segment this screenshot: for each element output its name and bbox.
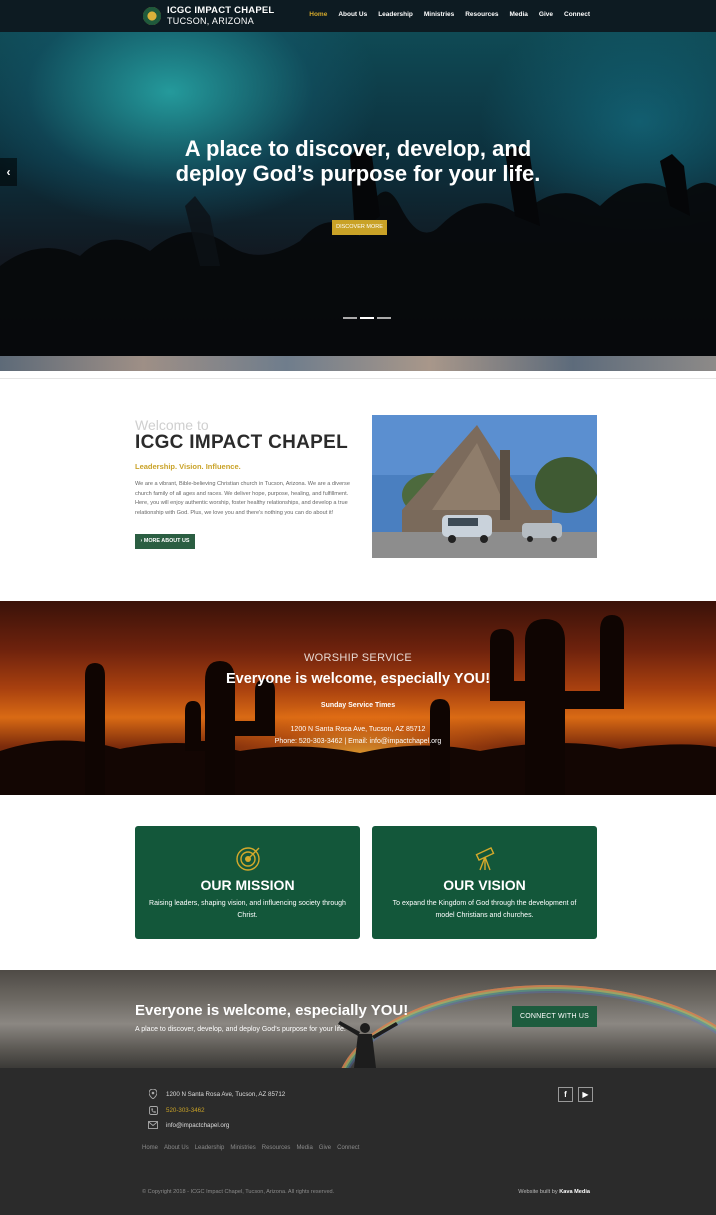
welcome-tagline: Leadership. Vision. Influence. <box>135 462 241 471</box>
built-by-prefix: Website built by <box>518 1189 558 1195</box>
nav-links: Home About Us Leadership Ministries Reso… <box>298 11 590 18</box>
facebook-icon[interactable]: f <box>558 1087 573 1102</box>
chevron-left-icon[interactable]: ‹ <box>0 158 17 186</box>
cactus-silhouettes <box>0 615 716 795</box>
cta-subtitle: A place to discover, develop, and deploy… <box>135 1026 346 1033</box>
footer-link-about-us[interactable]: About Us <box>164 1145 189 1151</box>
worship-address: 1200 N Santa Rosa Ave, Tucson, AZ 85712 <box>290 726 426 733</box>
brand-logo[interactable]: ICGC IMPACT CHAPEL TUCSON, ARIZONA <box>143 6 274 26</box>
church-photo <box>372 415 597 558</box>
mission-title: OUR MISSION <box>200 877 295 893</box>
more-about-us-label: MORE ABOUT US <box>143 538 190 544</box>
church-emblem-icon <box>143 6 161 25</box>
worship-label: WORSHIP SERVICE <box>303 652 412 664</box>
vision-title: OUR VISION <box>443 877 526 893</box>
nav-about-us[interactable]: About Us <box>338 11 367 18</box>
map-pin-icon <box>147 1089 159 1099</box>
brand-subtitle: TUCSON, ARIZONA <box>167 15 255 26</box>
welcome-kicker: Welcome to <box>135 417 209 433</box>
built-by-link[interactable]: Kava Media <box>559 1189 590 1195</box>
nav-ministries[interactable]: Ministries <box>424 11 454 18</box>
nav-give[interactable]: Give <box>539 11 553 18</box>
envelope-icon <box>147 1120 159 1130</box>
footer-link-connect[interactable]: Connect <box>337 1145 359 1151</box>
slide-dot-active[interactable] <box>360 317 374 319</box>
footer-phone-link[interactable]: 520-303-3462 <box>166 1107 205 1114</box>
footer-email-link[interactable]: info@impactchapel.org <box>166 1122 229 1129</box>
footer <box>0 1068 716 1215</box>
footer-link-resources[interactable]: Resources <box>262 1145 291 1151</box>
slider-dots <box>343 317 391 319</box>
brand-title: ICGC IMPACT CHAPEL <box>167 5 275 16</box>
divider <box>0 378 716 379</box>
chevron-right-icon: › <box>140 538 143 544</box>
nav-leadership[interactable]: Leadership <box>378 11 413 18</box>
mission-text: Raising leaders, shaping vision, and inf… <box>149 900 346 919</box>
mission-card: OUR MISSION Raising leaders, shaping vis… <box>135 826 360 939</box>
footer-link-media[interactable]: Media <box>296 1145 312 1151</box>
worship-banner <box>0 601 716 795</box>
image-strip <box>0 356 716 371</box>
cta-title: Everyone is welcome, especially YOU! <box>135 1002 409 1019</box>
slide-dot[interactable] <box>343 317 357 319</box>
cta-banner <box>0 970 716 1068</box>
footer-address-row: 1200 N Santa Rosa Ave, Tucson, AZ 85712 <box>147 1089 285 1099</box>
worship-title: Everyone is welcome, especially YOU! <box>225 671 491 687</box>
welcome-paragraph: We are a vibrant, Bible-believing Christ… <box>135 481 350 516</box>
nav-home[interactable]: Home <box>309 11 327 18</box>
footer-link-give[interactable]: Give <box>319 1145 331 1151</box>
copyright-text: © Copyright 2018 - ICGC Impact Chapel, T… <box>142 1189 335 1195</box>
telescope-icon <box>475 846 495 871</box>
footer-email-row: info@impactchapel.org <box>147 1120 229 1130</box>
footer-link-leadership[interactable]: Leadership <box>195 1145 225 1151</box>
built-by: Website built by Kava Media <box>518 1189 590 1195</box>
footer-link-home[interactable]: Home <box>142 1145 158 1151</box>
youtube-icon[interactable]: ▶ <box>578 1087 593 1102</box>
vision-text: To expand the Kingdom of God through the… <box>392 900 577 919</box>
hero-headline: A place to discover, develop, and deploy… <box>175 136 541 186</box>
vision-card: OUR VISION To expand the Kingdom of God … <box>372 826 597 939</box>
slide-dot[interactable] <box>377 317 391 319</box>
target-icon <box>236 847 260 871</box>
worship-contact: Phone: 520-303-3462 | Email: info@impact… <box>274 738 442 745</box>
service-times-heading: Sunday Service Times <box>320 702 396 709</box>
nav-connect[interactable]: Connect <box>564 11 590 18</box>
footer-link-ministries[interactable]: Ministries <box>230 1145 255 1151</box>
footer-nav: Home About Us Leadership Ministries Reso… <box>142 1145 365 1151</box>
top-nav: ICGC IMPACT CHAPEL TUCSON, ARIZONA Home … <box>0 0 716 32</box>
discover-more-button[interactable]: DISCOVER MORE <box>332 220 387 235</box>
connect-with-us-button[interactable]: CONNECT WITH US <box>512 1006 597 1027</box>
hero-slider: ‹ A place to discover, develop, and depl… <box>0 32 716 356</box>
footer-address: 1200 N Santa Rosa Ave, Tucson, AZ 85712 <box>166 1090 286 1098</box>
welcome-title: ICGC IMPACT CHAPEL <box>135 432 348 453</box>
footer-phone-row: 520-303-3462 <box>147 1105 205 1115</box>
more-about-us-button[interactable]: › MORE ABOUT US <box>135 534 195 549</box>
nav-media[interactable]: Media <box>509 11 527 18</box>
phone-icon <box>147 1105 159 1115</box>
nav-resources[interactable]: Resources <box>465 11 498 18</box>
